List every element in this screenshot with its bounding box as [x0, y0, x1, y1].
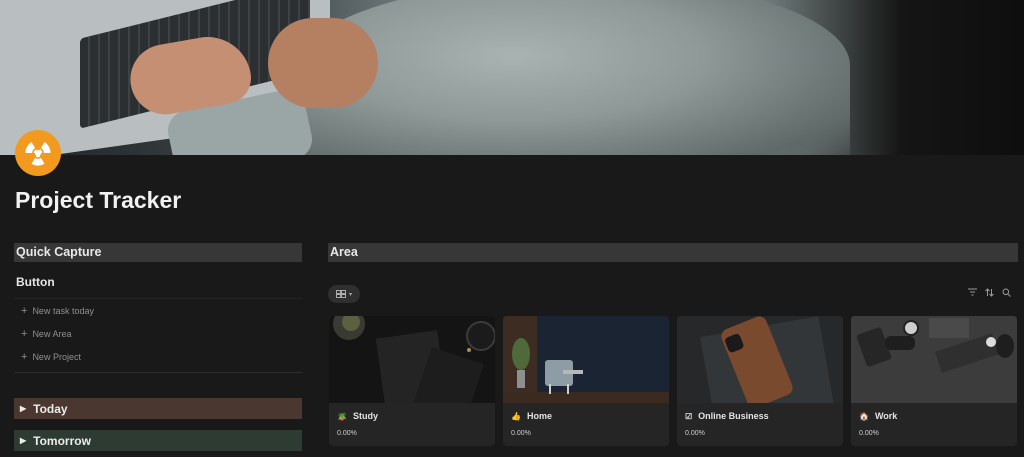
card-title: 🏠 Work [851, 411, 1017, 421]
card-cover-image [851, 316, 1017, 403]
toggle-tomorrow[interactable]: ▶ Tomorrow [14, 430, 302, 451]
area-card-work[interactable]: 🏠 Work 0.00% [851, 316, 1017, 446]
desk-scene-image [329, 316, 495, 403]
house-icon: 🏠 [859, 411, 869, 421]
hand-shape [268, 18, 378, 108]
radiation-icon-glyph [25, 142, 51, 166]
card-progress: 0.00% [685, 430, 705, 437]
card-cover-image [677, 316, 843, 403]
checkbox-icon: ☑ [685, 411, 693, 421]
card-name: Online Business [698, 411, 769, 421]
button-list: + New task today + New Area + New Projec… [14, 298, 302, 368]
chevron-down-icon: ▾ [348, 291, 352, 298]
toggle-label: Tomorrow [33, 433, 91, 448]
divider [14, 372, 302, 373]
triangle-right-icon[interactable]: ▶ [20, 404, 26, 413]
card-progress: 0.00% [337, 430, 357, 437]
card-name: Study [352, 411, 378, 421]
quick-capture-section: Quick Capture Button + New task today + … [14, 243, 302, 373]
toggle-label: Today [33, 401, 68, 416]
gallery-view-icon [336, 290, 346, 298]
new-area-button[interactable]: + New Area [14, 322, 302, 345]
work-desk-image [851, 316, 1017, 403]
radiation-icon[interactable] [15, 130, 61, 176]
area-card-study[interactable]: 🪴 Study 0.00% [329, 316, 495, 446]
triangle-right-icon[interactable]: ▶ [20, 436, 26, 445]
card-name: Home [526, 411, 552, 421]
card-title: 🪴 Study [329, 411, 495, 421]
card-name: Work [874, 411, 898, 421]
sort-icon[interactable] [985, 288, 994, 299]
button-label: New Area [32, 328, 72, 339]
phone-laptop-image [677, 316, 843, 403]
plus-icon: + [21, 350, 28, 363]
page-title: Project Tracker [15, 187, 182, 213]
search-icon[interactable] [1002, 288, 1011, 299]
button-block-title: Button [16, 275, 55, 289]
card-progress: 0.00% [511, 430, 531, 437]
button-label: New Project [32, 351, 81, 362]
potted-plant-icon: 🪴 [337, 411, 347, 421]
card-title: ☑ Online Business [677, 411, 843, 421]
button-label: New task today [32, 305, 94, 316]
card-progress: 0.00% [859, 430, 879, 437]
area-section: Area [328, 243, 1018, 262]
card-title: 👍 Home [503, 411, 669, 421]
quick-capture-heading: Quick Capture [14, 243, 302, 262]
card-cover-image [503, 316, 669, 403]
database-toolbar [968, 288, 1011, 299]
new-task-today-button[interactable]: + New task today [14, 299, 302, 322]
filter-icon[interactable] [968, 288, 977, 299]
plus-icon: + [21, 304, 28, 317]
area-card-home[interactable]: 👍 Home 0.00% [503, 316, 669, 446]
card-cover-image [329, 316, 495, 403]
gallery-view-button[interactable]: ▾ [328, 285, 360, 303]
living-room-image [503, 316, 669, 403]
thumbs-up-icon: 👍 [511, 411, 521, 421]
new-project-button[interactable]: + New Project [14, 345, 302, 368]
area-card-online-business[interactable]: ☑ Online Business 0.00% [677, 316, 843, 446]
area-heading: Area [328, 243, 1018, 262]
cover-image[interactable] [0, 0, 1024, 155]
plus-icon: + [21, 327, 28, 340]
toggle-today[interactable]: ▶ Today [14, 398, 302, 419]
